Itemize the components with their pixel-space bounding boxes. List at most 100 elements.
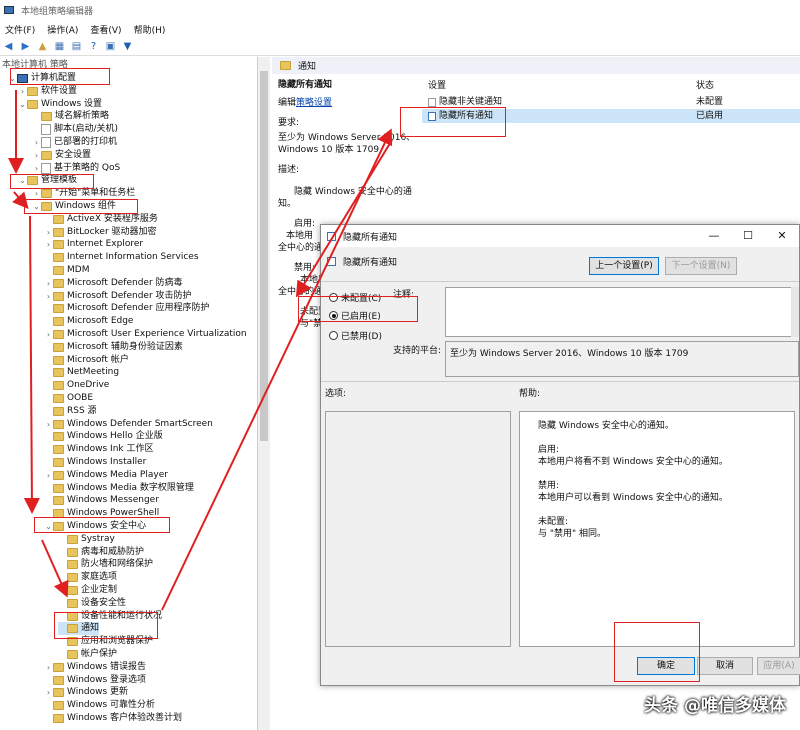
back-arrow-icon[interactable]: ◀ (2, 40, 15, 53)
tree-node[interactable]: ⌄ 管理模板 (18, 174, 77, 187)
comment-scrollbar[interactable] (791, 287, 799, 337)
tree-node[interactable]: › Windows 更新 (44, 686, 128, 699)
tree-node[interactable]: Microsoft Edge (44, 315, 133, 328)
minimize-icon[interactable]: — (697, 225, 731, 247)
apply-button[interactable]: 应用(A) (757, 657, 800, 675)
comment-textarea[interactable] (445, 287, 799, 337)
chevron-right-icon[interactable]: › (44, 238, 53, 251)
chevron-right-icon[interactable]: › (18, 85, 27, 98)
tree-node[interactable]: ⌄ 计算机配置 (8, 72, 76, 85)
tree-node[interactable]: 域名解析策略 (32, 110, 109, 123)
tree-node[interactable]: Windows Messenger (44, 494, 159, 507)
tree-node[interactable]: Windows 可靠性分析 (44, 699, 155, 712)
tree-node[interactable]: 通知 (58, 622, 100, 636)
edit-policy-link[interactable]: 策略设置 (296, 98, 332, 108)
chevron-right-icon[interactable]: › (32, 136, 41, 149)
tree-node[interactable]: 家庭选项 (58, 571, 117, 584)
tree-node[interactable]: 设备性能和运行状况 (58, 610, 162, 623)
tree-node[interactable]: Internet Information Services (44, 251, 199, 264)
list-row[interactable]: 隐藏非关键通知 未配置 (422, 95, 800, 109)
menu-action[interactable]: 操作(A) (44, 23, 81, 36)
tree-node[interactable]: › Microsoft Defender 防病毒 (44, 277, 183, 290)
tree-root[interactable]: 本地计算机 策略 (2, 59, 68, 72)
chevron-right-icon[interactable]: › (44, 686, 53, 699)
tree-node[interactable]: › 安全设置 (32, 149, 91, 162)
chevron-right-icon[interactable]: › (44, 418, 53, 431)
radio-disabled[interactable]: 已禁用(D) (329, 329, 382, 342)
chevron-right-icon[interactable]: › (44, 469, 53, 482)
menu-file[interactable]: 文件(F) (2, 23, 38, 36)
tree-node[interactable]: Windows Media 数字权限管理 (44, 482, 194, 495)
cancel-button[interactable]: 取消 (697, 657, 753, 675)
chevron-right-icon[interactable]: › (32, 187, 41, 200)
chevron-right-icon[interactable]: › (44, 290, 53, 303)
menu-help[interactable]: 帮助(H) (131, 23, 169, 36)
tree-node[interactable]: ⌄ Windows 安全中心 (44, 520, 146, 533)
tree-node[interactable]: › "开始"菜单和任务栏 (32, 187, 135, 200)
export-list-icon[interactable]: ▤ (70, 40, 83, 53)
tree-node[interactable]: OOBE (44, 392, 93, 405)
chevron-down-icon[interactable]: ⌄ (8, 72, 17, 85)
tree-node[interactable]: Windows Installer (44, 456, 146, 469)
chevron-down-icon[interactable]: ⌄ (32, 200, 41, 213)
tree-node[interactable]: ⌄ Windows 设置 (18, 98, 102, 111)
tree-node[interactable]: › Windows 错误报告 (44, 661, 146, 674)
tree-node[interactable]: ActiveX 安装程序服务 (44, 213, 158, 226)
forward-arrow-icon[interactable]: ▶ (19, 40, 32, 53)
chevron-down-icon[interactable]: ⌄ (18, 98, 27, 111)
tree-node[interactable]: Systray (58, 533, 115, 546)
tree-node[interactable]: 企业定制 (58, 584, 117, 597)
tree-node[interactable]: Microsoft Defender 应用程序防护 (44, 302, 210, 315)
chevron-right-icon[interactable]: › (44, 661, 53, 674)
ok-button[interactable]: 确定 (637, 657, 695, 675)
tree-node[interactable]: RSS 源 (44, 405, 97, 418)
chevron-right-icon[interactable]: › (32, 149, 41, 162)
tree-node[interactable]: OneDrive (44, 379, 109, 392)
tree-scrollbar[interactable] (258, 57, 270, 730)
tree-node[interactable]: Windows Ink 工作区 (44, 443, 153, 456)
tree-node[interactable]: 脚本(启动/关机) (32, 123, 118, 136)
tree-scrollbar-thumb[interactable] (260, 71, 268, 441)
chevron-down-icon[interactable]: ⌄ (18, 174, 27, 187)
column-header-state[interactable]: 状态 (696, 79, 714, 93)
tree-node[interactable]: 帐户保护 (58, 648, 117, 661)
tree-node[interactable]: 病毒和威胁防护 (58, 546, 144, 559)
tree-node[interactable]: Windows Hello 企业版 (44, 430, 163, 443)
tree-node[interactable]: Windows 客户体验改善计划 (44, 712, 182, 725)
tree-node[interactable]: › BitLocker 驱动器加密 (44, 226, 157, 239)
chevron-down-icon[interactable]: ⌄ (44, 520, 53, 533)
tree-node[interactable]: › 软件设置 (18, 85, 77, 98)
tree-node[interactable]: › Microsoft Defender 攻击防护 (44, 290, 192, 303)
tree-node[interactable]: Microsoft 辅助身份验证因素 (44, 341, 183, 354)
tree-node[interactable]: 防火墙和网络保护 (58, 558, 153, 571)
tree-node[interactable]: 应用和浏览器保护 (58, 635, 153, 648)
chevron-right-icon[interactable]: › (44, 328, 53, 341)
chevron-right-icon[interactable]: › (32, 162, 41, 175)
chevron-right-icon[interactable]: › (44, 277, 53, 290)
filter-icon[interactable]: ▼ (121, 40, 134, 53)
tree-node[interactable]: MDM (44, 264, 89, 277)
tree-node[interactable]: › Windows Defender SmartScreen (44, 418, 213, 431)
show-hide-tree-icon[interactable]: ▦ (53, 40, 66, 53)
previous-setting-button[interactable]: 上一个设置(P) (589, 257, 659, 275)
tree-node[interactable]: › 已部署的打印机 (32, 136, 117, 149)
tree-node[interactable]: › 基于策略的 QoS (32, 162, 120, 175)
policy-tree[interactable]: 本地计算机 策略 ⌄ 计算机配置 › 软件设置 ⌄ Windows 设置 域名解析策略 脚本(… (0, 57, 258, 730)
properties-icon[interactable]: ▣ (104, 40, 117, 53)
up-folder-icon[interactable]: ▲ (36, 40, 49, 53)
tree-node[interactable]: › Internet Explorer (44, 238, 143, 251)
close-icon[interactable]: ✕ (765, 225, 799, 247)
column-header-setting[interactable]: 设置 (428, 79, 446, 93)
tree-node[interactable]: Windows 登录选项 (44, 674, 146, 687)
tree-node[interactable]: ⌄ Windows 组件 (32, 200, 116, 213)
help-icon[interactable]: ? (87, 40, 100, 53)
tree-node[interactable]: › Microsoft User Experience Virtualizatio… (44, 328, 247, 341)
menu-view[interactable]: 查看(V) (87, 23, 124, 36)
list-row-selected[interactable]: 隐藏所有通知 已启用 (422, 109, 800, 123)
next-setting-button[interactable]: 下一个设置(N) (665, 257, 737, 275)
radio-enabled[interactable]: 已启用(E) (329, 309, 381, 322)
tree-node[interactable]: Microsoft 帐户 (44, 354, 129, 367)
tree-node[interactable]: NetMeeting (44, 366, 119, 379)
maximize-icon[interactable]: ☐ (731, 225, 765, 247)
tree-node[interactable]: Windows PowerShell (44, 507, 159, 520)
